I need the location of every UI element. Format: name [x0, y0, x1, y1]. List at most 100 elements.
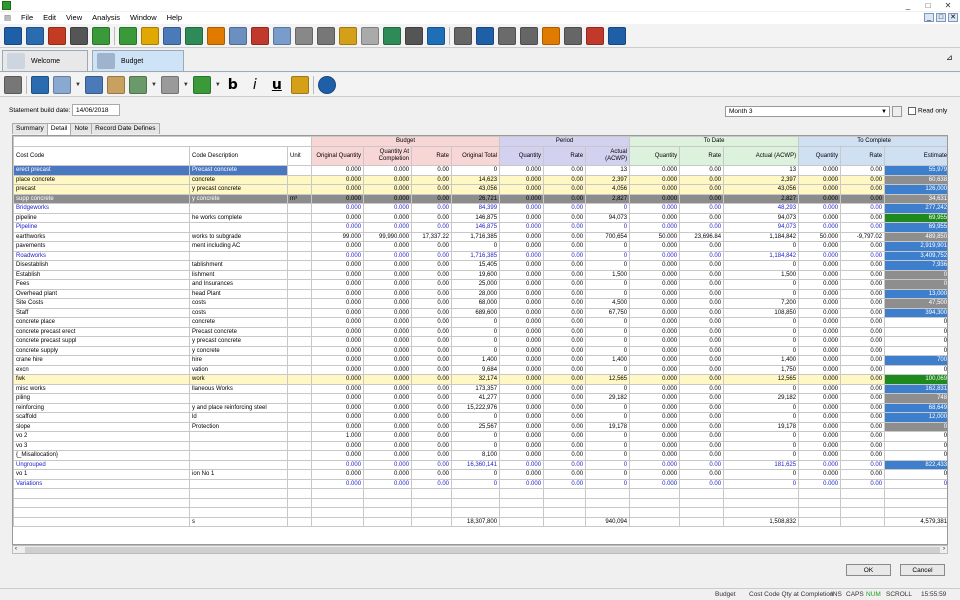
grid-cell[interactable]: 0.000 — [311, 355, 365, 366]
grid-cell[interactable]: 0.00 — [543, 288, 587, 299]
grid-cell[interactable]: 0.00 — [543, 269, 587, 280]
grid-cell[interactable]: 1,400 — [723, 355, 800, 366]
grid-cell[interactable]: 0 — [884, 269, 947, 280]
table-row[interactable]: pavements ment including AC 0.000 0.000 0.00… — [13, 241, 947, 252]
column-header-12[interactable]: Rate — [679, 146, 725, 166]
grid-cell[interactable]: 0.000 — [499, 307, 545, 318]
grid-cell[interactable]: 0.00 — [679, 421, 725, 432]
grid-cell[interactable]: 0.00 — [840, 222, 886, 233]
grid-cell[interactable] — [189, 440, 288, 451]
grid-cell[interactable]: 0.000 — [499, 193, 545, 204]
grid-cell[interactable]: 0.00 — [543, 250, 587, 261]
tab-summary[interactable]: Summary — [12, 123, 48, 134]
menu-view[interactable]: View — [62, 12, 86, 24]
grid-cell[interactable]: 0.00 — [411, 203, 453, 214]
toolbar-button-5-icon[interactable] — [92, 26, 110, 45]
month-select[interactable]: Month 3 ▼ — [725, 106, 890, 117]
grid-cell[interactable]: 0.00 — [840, 440, 886, 451]
grid-cell[interactable]: 126,000 — [884, 184, 947, 195]
grid-cell[interactable]: 0.000 — [363, 355, 413, 366]
grid-cell[interactable]: 68,000 — [451, 298, 501, 309]
table-row[interactable]: Site Costs costs 0.000 0.000 0.00 68,000 0.000… — [13, 298, 947, 309]
grid-cell[interactable]: 0.00 — [543, 317, 587, 328]
grid-cell[interactable]: vo 2 — [13, 431, 190, 442]
grid-cell[interactable]: 0.000 — [499, 269, 545, 280]
grid-cell[interactable]: 0.000 — [311, 203, 365, 214]
table-row[interactable]: Fees and Insurances 0.000 0.000 0.00 25,000 0.… — [13, 279, 947, 290]
grid-cell[interactable]: 173,357 — [451, 383, 501, 394]
grid-cell[interactable]: 0.00 — [411, 193, 453, 204]
grid-cell[interactable]: 0.000 — [311, 402, 365, 413]
grid-cell[interactable]: 0.000 — [311, 193, 365, 204]
grid-cell[interactable]: 0 — [451, 431, 501, 442]
toolbar-button-20-icon[interactable] — [427, 26, 445, 45]
column-header-15[interactable]: Rate — [840, 146, 886, 166]
grid-cell[interactable]: 0.000 — [629, 431, 681, 442]
grid-cell[interactable]: 1.000 — [311, 431, 365, 442]
grid-cell[interactable]: 0.000 — [798, 374, 842, 385]
grid-cell[interactable]: 1,400 — [585, 355, 631, 366]
grid-cell[interactable]: 0.000 — [311, 336, 365, 347]
grid-cell[interactable]: 394,300 — [884, 307, 947, 318]
grid-cell[interactable]: 0 — [451, 469, 501, 480]
grid-cell[interactable]: 0.000 — [629, 402, 681, 413]
grid-cell[interactable]: 0.00 — [840, 250, 886, 261]
grid-cell[interactable]: 0.000 — [629, 383, 681, 394]
table-row[interactable]: fwk work 0.000 0.000 0.00 32,174 0.000 0.00 12,5… — [13, 374, 947, 385]
help-icon[interactable] — [317, 75, 336, 94]
grid-cell[interactable]: 26,721 — [451, 193, 501, 204]
grid-cell[interactable]: 12,565 — [723, 374, 800, 385]
refresh-icon[interactable] — [84, 75, 103, 94]
grid-cell[interactable] — [189, 431, 288, 442]
grid-cell[interactable]: 0.000 — [363, 184, 413, 195]
grid-cell[interactable]: Overhead plant — [13, 288, 190, 299]
grid-cell[interactable]: 1,400 — [451, 355, 501, 366]
grid-cell[interactable]: head Plant — [189, 288, 288, 299]
build-date-field[interactable]: 14/06/2018 — [72, 104, 120, 116]
grid-cell[interactable]: 67,750 — [585, 307, 631, 318]
grid-cell[interactable]: 0.00 — [411, 326, 453, 337]
grid-cell[interactable]: 0.00 — [543, 326, 587, 337]
grid-cell[interactable]: 0.00 — [840, 279, 886, 290]
grid-cell[interactable] — [189, 222, 288, 233]
grid-cell[interactable]: 0.000 — [798, 450, 842, 461]
grid-cell[interactable] — [286, 393, 313, 404]
grid-cell[interactable]: 0 — [723, 279, 800, 290]
table-row[interactable]: reinforcing y and place reinforcing steel… — [13, 402, 947, 413]
grid-cell[interactable]: 0.000 — [363, 402, 413, 413]
column-header-1[interactable]: Cost Code — [13, 146, 190, 166]
grid-cell[interactable]: 0.000 — [363, 364, 413, 375]
grid-cell[interactable]: 0.000 — [311, 241, 365, 252]
grid-cell[interactable]: 0.00 — [679, 222, 725, 233]
grid-cell[interactable]: 0 — [451, 317, 501, 328]
grid-cell[interactable]: 0 — [723, 241, 800, 252]
grid-cell[interactable]: 0 — [585, 412, 631, 423]
grid-cell[interactable]: 0.000 — [798, 402, 842, 413]
grid-cell[interactable]: 0 — [451, 345, 501, 356]
grid-cell[interactable]: 0 — [723, 336, 800, 347]
grid-cell[interactable] — [286, 298, 313, 309]
grid-cell[interactable]: 822,433 — [884, 459, 947, 470]
grid-cell[interactable]: 0.00 — [840, 260, 886, 271]
grid-cell[interactable]: 0.00 — [840, 355, 886, 366]
grid-cell[interactable]: 0.00 — [543, 260, 587, 271]
grid-cell[interactable]: misc works — [13, 383, 190, 394]
grid-cell[interactable]: 0.00 — [840, 393, 886, 404]
grid-cell[interactable]: 0.00 — [840, 203, 886, 214]
menu-edit[interactable]: Edit — [39, 12, 60, 24]
grid-cell[interactable]: 0.00 — [411, 421, 453, 432]
grid-cell[interactable]: 0.000 — [629, 317, 681, 328]
grid-cell[interactable]: 0.00 — [411, 279, 453, 290]
grid-cell[interactable]: 0.00 — [411, 269, 453, 280]
grid-cell[interactable]: 0.000 — [629, 469, 681, 480]
grid-cell[interactable]: 0.00 — [411, 412, 453, 423]
toolbar-button-21-icon[interactable] — [454, 26, 472, 45]
grid-cell[interactable]: 0 — [585, 383, 631, 394]
grid-cell[interactable]: 2,397 — [585, 174, 631, 185]
grid-cell[interactable]: 0.00 — [679, 364, 725, 375]
grid-cell[interactable]: 12,565 — [585, 374, 631, 385]
grid-cell[interactable]: 0.00 — [543, 193, 587, 204]
grid-cell[interactable]: 0.00 — [543, 402, 587, 413]
grid-cell[interactable]: 0.000 — [311, 260, 365, 271]
column-header-6[interactable]: Rate — [411, 146, 453, 166]
